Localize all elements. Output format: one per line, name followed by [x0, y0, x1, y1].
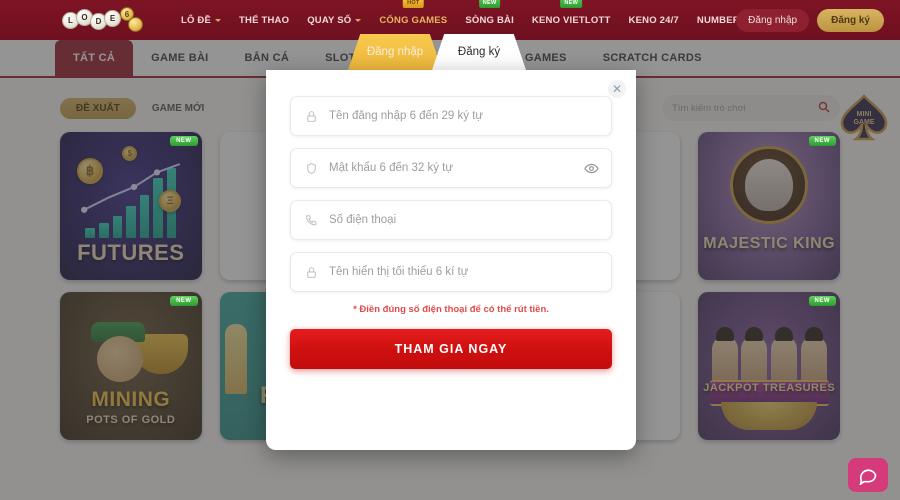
lock-icon [303, 264, 319, 280]
nav-badge-new: NEW [560, 0, 583, 9]
account-actions: Đăng nhập Đăng ký [736, 0, 884, 40]
new-badge: NEW [170, 136, 198, 146]
phone-icon [303, 212, 319, 228]
username-placeholder: Tên đăng nhập 6 đến 29 ký tự [329, 110, 484, 122]
auth-modal: Đăng nhập Đăng ký ✕ Tên đăng nhập 6 đến … [266, 30, 636, 450]
tab-login[interactable]: Đăng nhập [348, 34, 442, 70]
nav-item-label: KENO VIETLOTT [531, 14, 611, 26]
tab-register[interactable]: Đăng ký [432, 34, 526, 70]
tab-register-label: Đăng ký [457, 46, 501, 58]
phone-warning-note: * Điền đúng số điện thoại để có thể rút … [353, 304, 549, 315]
phone-placeholder: Số điện thoại [329, 214, 397, 226]
close-icon[interactable]: ✕ [608, 80, 626, 98]
new-badge: NEW [170, 296, 198, 306]
nav-item-label: CỔNG GAMES [379, 14, 448, 26]
password-placeholder: Mật khẩu 6 đến 32 ký tự [329, 162, 454, 174]
password-field[interactable]: Mật khẩu 6 đến 32 ký tự [290, 148, 612, 188]
nav-item-l-[interactable]: LÔ ĐỀ [172, 0, 230, 40]
nav-item-label: LÔ ĐỀ [181, 14, 212, 26]
nav-item-label: QUAY SỐ [307, 14, 352, 26]
logo-ball-4: E [104, 10, 121, 27]
nav-badge-hot: HOT [403, 0, 424, 9]
phone-field[interactable]: Số điện thoại [290, 200, 612, 240]
chevron-down-icon [355, 18, 362, 22]
lock-icon [303, 108, 319, 124]
new-badge: NEW [808, 136, 836, 146]
toggle-password-visibility-icon[interactable] [584, 161, 599, 176]
tab-login-label: Đăng nhập [366, 46, 424, 58]
display-name-field[interactable]: Tên hiển thị tối thiểu 6 kí tự [290, 252, 612, 292]
nav-item-label: THỂ THAO [239, 14, 290, 26]
app-root: L O D E 6 LÔ ĐỀ THỂ THAO QUAY SỐ HOT CỔNG GA… [0, 0, 900, 500]
chat-icon [859, 469, 877, 485]
register-form-panel: ✕ Tên đăng nhập 6 đến 29 ký tự Mật khẩu … [266, 70, 636, 450]
nav-item-label: KENO 24/7 [628, 14, 679, 26]
chevron-down-icon [215, 18, 222, 22]
chat-widget-button[interactable] [848, 458, 888, 492]
auth-tab-bar: Đăng nhập Đăng ký [266, 30, 636, 70]
site-logo[interactable]: L O D E 6 [62, 5, 154, 35]
shield-icon [303, 160, 319, 176]
register-button[interactable]: Đăng ký [817, 8, 884, 32]
display-name-placeholder: Tên hiển thị tối thiểu 6 kí tự [329, 266, 469, 278]
logo-ball-6 [128, 17, 143, 32]
nav-item-label: SÒNG BÀI [465, 14, 514, 26]
submit-button[interactable]: THAM GIA NGAY [290, 329, 612, 369]
username-field[interactable]: Tên đăng nhập 6 đến 29 ký tự [290, 96, 612, 136]
login-button[interactable]: Đăng nhập [736, 8, 810, 32]
nav-badge-new: NEW [478, 0, 501, 9]
new-badge: NEW [808, 296, 836, 306]
